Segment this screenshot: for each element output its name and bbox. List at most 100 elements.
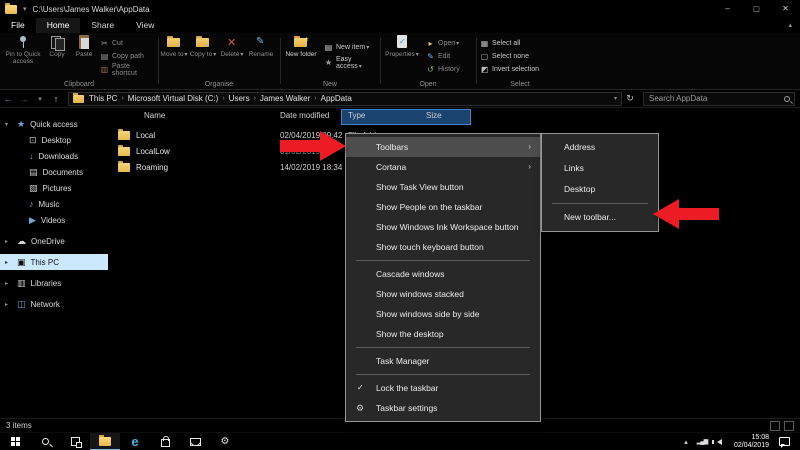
- thumbnails-view-icon[interactable]: [784, 421, 794, 431]
- search-input[interactable]: [644, 94, 794, 103]
- taskbar-clock[interactable]: 15:08 02/04/2019: [728, 434, 775, 450]
- breadcrumb-users[interactable]: Users: [227, 94, 252, 103]
- paste-shortcut-button[interactable]: Paste shortcut: [100, 63, 156, 76]
- details-view-icon[interactable]: [770, 421, 780, 431]
- column-header-size[interactable]: Size: [426, 111, 442, 120]
- breadcrumb-this-pc[interactable]: This PC: [87, 94, 119, 103]
- cut-button[interactable]: Cut: [100, 37, 123, 50]
- column-header-name[interactable]: Name: [144, 111, 165, 120]
- sidebar-item-quick-access[interactable]: ▾ ★ Quick access: [0, 116, 108, 132]
- tab-share[interactable]: Share: [80, 18, 125, 33]
- menu-item-label: Show windows stacked: [376, 289, 464, 299]
- pin-icon: [14, 35, 32, 50]
- task-view-button[interactable]: [60, 433, 90, 450]
- address-dropdown-icon[interactable]: [614, 95, 617, 102]
- chevron-right-icon[interactable]: ▸: [5, 301, 8, 308]
- menu-item-lock-the-taskbar[interactable]: Lock the taskbar: [346, 378, 540, 398]
- sidebar-item-libraries[interactable]: ▸ ▥ Libraries: [0, 275, 108, 291]
- menu-item-show-windows-stacked[interactable]: Show windows stacked: [346, 284, 540, 304]
- taskbar-settings[interactable]: ⚙: [210, 433, 240, 450]
- network-icon[interactable]: [694, 438, 710, 445]
- invert-selection-button[interactable]: Invert selection: [480, 63, 539, 76]
- breadcrumb[interactable]: This PC Microsoft Virtual Disk (C:) User…: [68, 92, 622, 106]
- submenu-item-desktop[interactable]: Desktop: [542, 179, 658, 200]
- sidebar-item-label: Network: [31, 300, 60, 309]
- sidebar-item-videos[interactable]: ▶ Videos: [0, 212, 108, 228]
- tab-home[interactable]: Home: [36, 18, 81, 33]
- easy-access-button[interactable]: Easy access: [324, 56, 378, 69]
- breadcrumb-drive[interactable]: Microsoft Virtual Disk (C:): [126, 94, 221, 103]
- menu-item-show-windows-side-by-side[interactable]: Show windows side by side: [346, 304, 540, 324]
- column-header-date-modified[interactable]: Date modified: [280, 111, 329, 120]
- menu-item-toolbars[interactable]: Toolbars: [346, 137, 540, 157]
- new-item-button[interactable]: New item: [324, 41, 369, 54]
- properties-button[interactable]: Properties: [382, 35, 422, 59]
- up-button[interactable]: ↑: [48, 94, 64, 104]
- taskbar-file-explorer[interactable]: [90, 433, 120, 450]
- sidebar-item-documents[interactable]: ▤ Documents: [0, 164, 108, 180]
- submenu-item-links[interactable]: Links: [542, 158, 658, 179]
- taskbar-store[interactable]: [150, 433, 180, 450]
- chevron-right-icon[interactable]: ▸: [5, 238, 8, 245]
- menu-item-show-people[interactable]: Show People on the taskbar: [346, 197, 540, 217]
- menu-item-show-the-desktop[interactable]: Show the desktop: [346, 324, 540, 344]
- taskbar-search-button[interactable]: [30, 433, 60, 450]
- sidebar-item-pictures[interactable]: ▧ Pictures: [0, 180, 108, 196]
- forward-button[interactable]: →: [16, 94, 32, 104]
- menu-item-cascade-windows[interactable]: Cascade windows: [346, 264, 540, 284]
- hidden-icons-chevron[interactable]: [678, 438, 694, 446]
- breadcrumb-appdata[interactable]: AppData: [319, 94, 354, 103]
- submenu-item-new-toolbar[interactable]: New toolbar...: [542, 207, 658, 228]
- volume-icon[interactable]: [714, 439, 722, 445]
- move-to-button[interactable]: Move to: [160, 35, 188, 59]
- menu-item-show-task-view-button[interactable]: Show Task View button: [346, 177, 540, 197]
- sidebar-item-music[interactable]: ♪ Music: [0, 196, 108, 212]
- taskbar-mail[interactable]: [180, 433, 210, 450]
- submenu-item-address[interactable]: Address: [542, 137, 658, 158]
- new-folder-button[interactable]: New folder: [282, 35, 320, 58]
- sidebar-item-desktop[interactable]: ⊡ Desktop: [0, 132, 108, 148]
- copy-to-button[interactable]: Copy to: [189, 35, 217, 59]
- chevron-right-icon[interactable]: ▸: [5, 259, 8, 266]
- start-button[interactable]: [0, 433, 30, 450]
- back-button[interactable]: ←: [0, 94, 16, 104]
- pin-to-quick-access-button[interactable]: Pin to Quick access: [4, 35, 42, 66]
- breadcrumb-james-walker[interactable]: James Walker: [258, 94, 312, 103]
- quick-access-toolbar-icon[interactable]: ▾: [23, 5, 27, 13]
- menu-item-cortana[interactable]: Cortana: [346, 157, 540, 177]
- search-box[interactable]: [643, 92, 795, 106]
- delete-button[interactable]: Delete: [218, 35, 246, 59]
- chevron-down-icon[interactable]: ▾: [5, 121, 8, 128]
- menu-item-show-touch-keyboard[interactable]: Show touch keyboard button: [346, 237, 540, 257]
- paste-button[interactable]: Paste: [70, 35, 98, 58]
- history-button[interactable]: History: [426, 63, 460, 76]
- open-button[interactable]: Open: [426, 37, 459, 50]
- close-button[interactable]: [771, 0, 800, 18]
- collapse-ribbon-icon[interactable]: [788, 18, 792, 33]
- sidebar-item-downloads[interactable]: ↓ Downloads: [0, 148, 108, 164]
- select-none-button[interactable]: Select none: [480, 50, 529, 63]
- copy-button[interactable]: Copy: [44, 35, 70, 58]
- tab-file[interactable]: File: [0, 18, 36, 33]
- menu-item-show-windows-ink[interactable]: Show Windows Ink Workspace button: [346, 217, 540, 237]
- action-center-icon[interactable]: [779, 437, 790, 446]
- column-header-type[interactable]: Type: [348, 111, 365, 120]
- rename-button[interactable]: Rename: [247, 35, 275, 58]
- sidebar-item-this-pc[interactable]: ▸ ▣ This PC: [0, 254, 108, 270]
- sidebar-item-onedrive[interactable]: ▸ ☁ OneDrive: [0, 233, 108, 249]
- menu-item-task-manager[interactable]: Task Manager: [346, 351, 540, 371]
- edit-button[interactable]: Edit: [426, 50, 450, 63]
- chevron-right-icon[interactable]: ▸: [5, 280, 8, 287]
- tab-view[interactable]: View: [125, 18, 165, 33]
- search-icon[interactable]: [784, 96, 790, 102]
- taskbar-edge[interactable]: e: [120, 433, 150, 450]
- minimize-button[interactable]: [713, 0, 742, 18]
- sidebar-item-network[interactable]: ▸ ◫ Network: [0, 296, 108, 312]
- menu-item-taskbar-settings[interactable]: Taskbar settings: [346, 398, 540, 418]
- copy-path-button[interactable]: Copy path: [100, 50, 144, 63]
- maximize-button[interactable]: [742, 0, 771, 18]
- refresh-icon[interactable]: [622, 93, 638, 104]
- select-all-button[interactable]: Select all: [480, 37, 520, 50]
- recent-locations-icon[interactable]: ▾: [32, 95, 48, 103]
- button-label: Open: [438, 40, 459, 47]
